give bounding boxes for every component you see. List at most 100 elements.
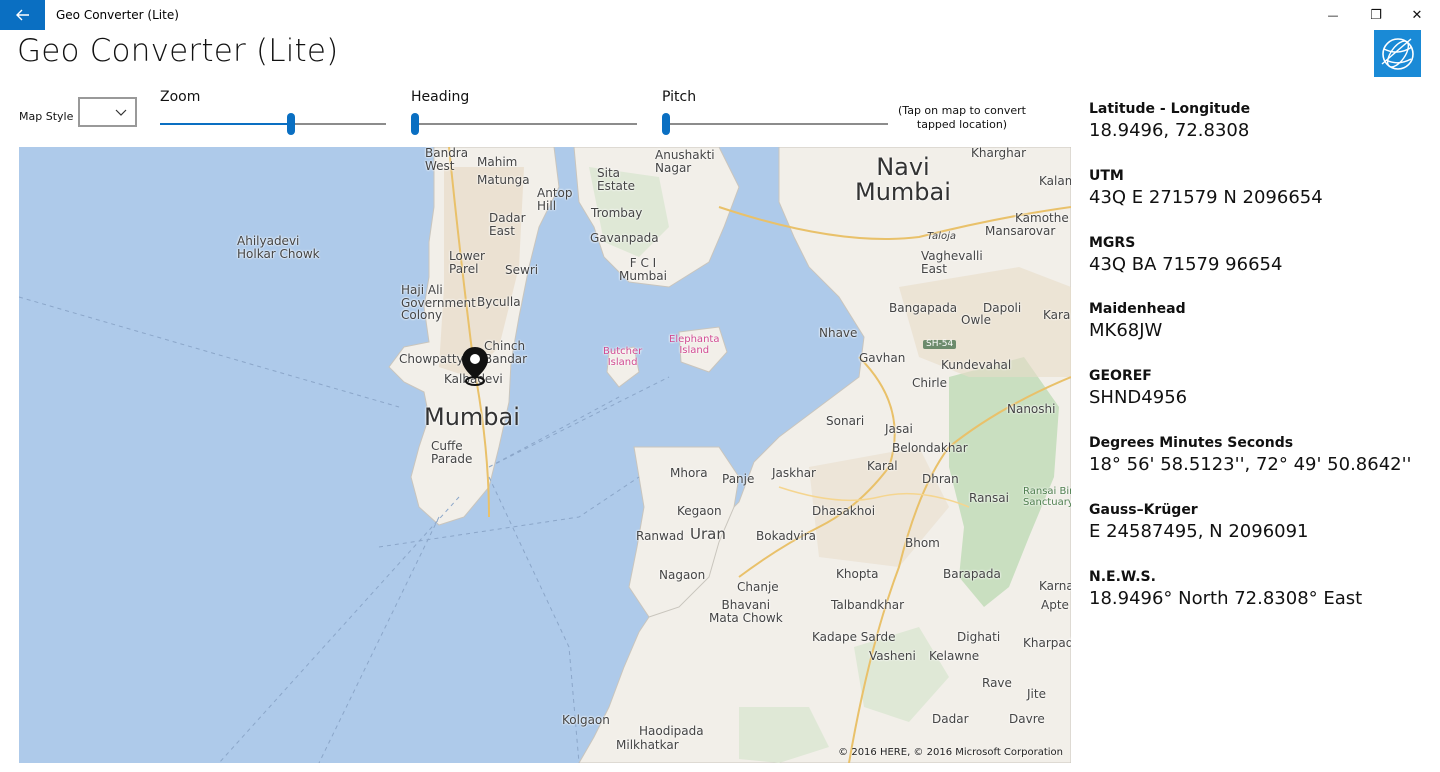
slider-thumb[interactable] [662,113,670,135]
map-label: Anushakti Nagar [655,148,715,175]
map-label: Vaghevalli East [921,249,983,276]
zoom-slider[interactable] [160,113,386,135]
slider-track [662,123,888,125]
result-label: Gauss–Krüger [1089,501,1198,518]
map-label: Panje [722,472,755,486]
map-label: Trombay [591,206,643,220]
result-label: Maidenhead [1089,301,1186,318]
zoom-label: Zoom [160,89,201,105]
map-label: Kharpada [1023,636,1071,650]
maximize-button[interactable]: ❐ [1353,0,1399,30]
map-label-island: Elephanta Island [669,334,720,356]
map-label: Vasheni [869,649,916,663]
minimize-button[interactable]: — [1310,0,1356,30]
map-label: Bangapada [889,301,958,315]
result-label: UTM [1089,167,1124,184]
map-label: Ranwad [636,529,684,543]
map-label: Sita Estate [597,166,635,193]
map-label: Jasai [885,422,913,436]
map-view[interactable]: Mumbai Navi Mumbai Bandra West Mahim Anush… [19,147,1071,763]
map-label: Taloja [927,231,956,242]
result-label: N.E.W.S. [1089,568,1156,585]
map-label: Karna [1039,579,1071,593]
map-label: Ransai [969,491,1009,505]
result-label: Degrees Minutes Seconds [1089,434,1294,451]
map-label: Chowpatty [399,352,464,366]
map-label: Talbandkhar [831,598,905,612]
map-label: Kalam [1039,174,1071,188]
result-maidenhead: Maidenhead MK68JW [1089,297,1429,364]
chevron-down-icon [115,109,127,116]
result-value: 43Q E 271579 N 2096654 [1089,186,1323,208]
map-style-dropdown[interactable] [78,97,137,127]
map-label: Antop Hill [537,186,573,213]
back-button[interactable] [0,0,45,30]
heading-slider[interactable] [411,113,637,135]
map-label: Khopta [836,567,879,581]
map-label: Jite [1027,687,1046,701]
heading-label: Heading [411,89,470,105]
map-label: Kara [1043,308,1071,322]
map-label: Jaskhar [772,466,816,480]
slider-thumb[interactable] [411,113,419,135]
slider-thumb[interactable] [287,113,296,135]
map-label: Bhom [905,536,940,550]
road-badge: SH-54 [923,339,957,350]
back-arrow-icon [15,9,29,21]
map-label: Kamothe [1015,211,1069,225]
pitch-label: Pitch [662,89,697,105]
result-mgrs: MGRS 43Q BA 71579 96654 [1089,231,1429,298]
result-lat-long: Latitude - Longitude 18.9496, 72.8308 [1089,97,1429,164]
location-pin-icon [462,347,488,386]
map-label: Kundevahal [941,358,1012,372]
minimize-icon: — [1327,8,1339,22]
globe-icon [1381,37,1414,70]
map-label: Milkhatkar [616,738,679,752]
map-label: Rave [982,676,1012,690]
map-label: Gavanpada [590,231,659,245]
map-label: Bhavani Mata Chowk [709,598,783,625]
pitch-slider[interactable] [662,113,888,135]
map-label: Mhora [670,466,708,480]
map-label-island: Butcher Island [603,346,643,368]
map-label: Kolgaon [562,713,610,727]
map-label-city: Navi Mumbai [855,153,951,207]
map-label: Owle [961,313,991,327]
result-value: MK68JW [1089,320,1163,342]
close-button[interactable]: ✕ [1394,0,1440,30]
map-label: F C I Mumbai [619,256,667,283]
map-label: Nagaon [659,568,706,582]
map-label: Lower Parel [449,249,485,276]
result-value: 18.9496, 72.8308 [1089,120,1250,141]
map-label: Matunga [477,173,530,187]
map-label: Uran [690,525,726,543]
map-label: Gavhan [859,351,906,365]
map-label: Kelawne [929,649,980,663]
map-label: Kegaon [677,504,722,518]
map-label: Dhran [922,472,959,486]
map-label: Kadape Sarde [812,630,896,644]
map-label: Mansarovar [985,224,1056,238]
map-label: Dadar East [489,211,526,238]
map-label: Haji Ali Government Colony [401,283,476,323]
map-label: Bokadvira [756,529,817,543]
map-label: Byculla [477,295,521,309]
result-gauss-kruger: Gauss–Krüger E 24587495, N 2096091 [1089,498,1429,565]
map-label: Dighati [957,630,1001,644]
result-value: SHND4956 [1089,387,1188,409]
map-label: Bandra West [425,147,469,173]
map-label-city: Mumbai [424,403,520,431]
map-label: Karal [867,459,898,473]
close-icon: ✕ [1411,7,1423,23]
app-logo [1374,30,1421,77]
result-value: 18.9496° North 72.8308° East [1089,587,1363,609]
result-label: MGRS [1089,234,1136,251]
result-label: GEOREF [1089,368,1152,385]
window-title: Geo Converter (Lite) [56,8,179,22]
map-label: Haodipada [639,724,704,738]
map-label: Nhave [819,326,858,340]
map-label: Sewri [505,263,539,277]
result-dms: Degrees Minutes Seconds 18° 56' 58.5123'… [1089,431,1429,498]
map-geography [19,147,1071,763]
tap-hint: (Tap on map to convert tapped location) [898,104,1026,131]
